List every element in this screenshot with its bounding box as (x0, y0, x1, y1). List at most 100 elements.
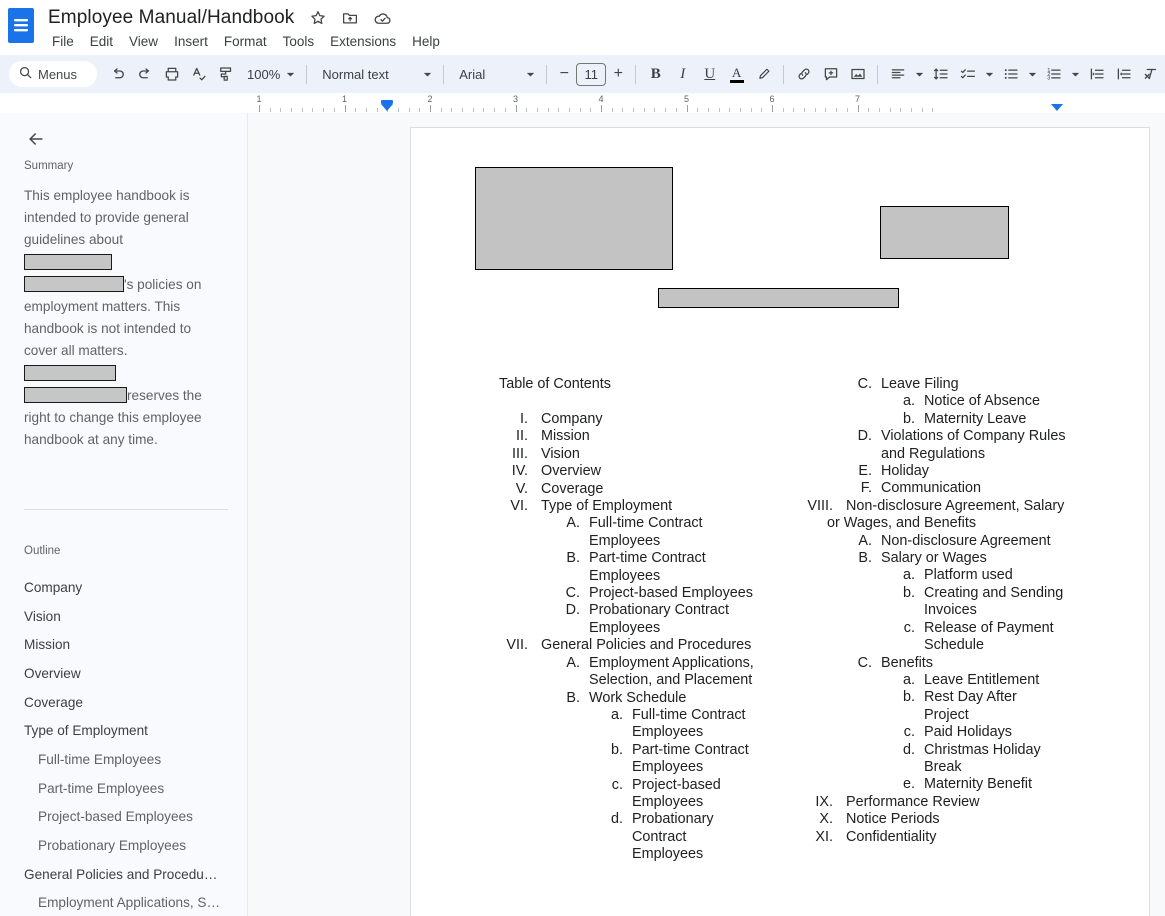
toc-entry[interactable]: F. Communication (791, 480, 1091, 497)
insert-image-icon[interactable] (844, 61, 871, 88)
toc-entry[interactable]: a. Notice of Absence (791, 393, 1091, 410)
toc-entry[interactable]: b. Part-time Contract (499, 742, 769, 759)
outline-item[interactable]: Probationary Employees (0, 831, 248, 860)
toc-entry[interactable]: A. Non-disclosure Agreement (791, 533, 1091, 550)
align-icon[interactable] (884, 61, 911, 88)
font-size-input[interactable]: 11 (576, 62, 607, 86)
spelling-check-icon[interactable] (185, 61, 212, 88)
increase-indent-icon[interactable] (1110, 61, 1137, 88)
toc-entry[interactable]: IX. Performance Review (791, 794, 1091, 811)
document-title[interactable]: Employee Manual/Handbook (44, 6, 298, 30)
outline-item[interactable]: Full-time Employees (0, 745, 248, 774)
checklist-dropdown-caret[interactable] (981, 61, 997, 88)
clear-formatting-icon[interactable] (1137, 61, 1164, 88)
document-canvas[interactable]: Table of Contents I. Company II. Mission III… (248, 113, 1165, 916)
toc-entry[interactable]: D. Probationary Contract (499, 602, 769, 619)
toc-entry[interactable]: C. Project-based Employees (499, 585, 769, 602)
increase-font-size-button[interactable]: + (607, 61, 629, 88)
toc-entry[interactable]: V. Coverage (499, 481, 769, 498)
toc-entry[interactable]: VII. General Policies and Procedures (499, 637, 769, 654)
move-to-folder-icon[interactable] (338, 6, 362, 30)
outline-item[interactable]: Employment Applications, S… (0, 889, 248, 916)
italic-button[interactable]: I (669, 61, 696, 88)
menu-format[interactable]: Format (216, 31, 275, 52)
bulleted-list-icon[interactable] (997, 61, 1024, 88)
menu-view[interactable]: View (121, 31, 166, 52)
toc-entry[interactable]: XI. Confidentiality (791, 829, 1091, 846)
outline-item[interactable]: Company (0, 573, 248, 602)
toc-entry[interactable]: c. Paid Holidays (791, 724, 1091, 741)
cloud-saved-icon[interactable] (370, 6, 394, 30)
toc-entry[interactable]: B. Work Schedule (499, 690, 769, 707)
summary-text[interactable]: This employee handbook is intended to pr… (24, 185, 214, 451)
outline-item[interactable]: General Policies and Procedu… (0, 860, 248, 889)
insert-link-icon[interactable] (790, 61, 817, 88)
outline-item[interactable]: Part-time Employees (0, 774, 248, 803)
back-button[interactable] (22, 125, 50, 153)
paragraph-style-select[interactable]: Normal text (313, 61, 437, 87)
toc-entry[interactable]: a. Leave Entitlement (791, 672, 1091, 689)
toc-entry[interactable]: b. Creating and Sending (791, 585, 1091, 602)
undo-icon[interactable] (104, 61, 131, 88)
toc-entry[interactable]: X. Notice Periods (791, 811, 1091, 828)
bold-button[interactable]: B (642, 61, 669, 88)
toc-entry[interactable]: C. Benefits (791, 655, 1091, 672)
menu-edit[interactable]: Edit (82, 31, 121, 52)
paint-format-icon[interactable] (212, 61, 239, 88)
checklist-icon[interactable] (954, 61, 981, 88)
redacted-logo-box-small[interactable] (880, 206, 1009, 259)
toc-entry[interactable]: VIII. Non-disclosure Agreement, Salary (791, 498, 1091, 515)
toc-entry[interactable]: III. Vision (499, 446, 769, 463)
toc-entry[interactable]: c. Release of Payment (791, 620, 1091, 637)
toc-entry[interactable]: D. Violations of Company Rules (791, 428, 1091, 445)
line-spacing-icon[interactable] (927, 61, 954, 88)
print-icon[interactable] (158, 61, 185, 88)
align-dropdown-caret[interactable] (911, 61, 927, 88)
add-comment-icon[interactable] (817, 61, 844, 88)
toc-entry[interactable]: A. Employment Applications, (499, 655, 769, 672)
redacted-title-bar[interactable] (658, 288, 899, 308)
bulleted-list-dropdown-caret[interactable] (1024, 61, 1040, 88)
redo-icon[interactable] (131, 61, 158, 88)
ruler[interactable]: 1 1 2 3 4 5 6 7 (248, 93, 1165, 113)
decrease-font-size-button[interactable]: − (553, 61, 575, 88)
outline-item[interactable]: Coverage (0, 688, 248, 717)
outline-item[interactable]: Vision (0, 602, 248, 631)
numbered-list-icon[interactable]: 1 2 3 (1040, 61, 1067, 88)
toc-entry[interactable]: b. Maternity Leave (791, 411, 1091, 428)
toc-entry[interactable]: b. Rest Day After (791, 689, 1091, 706)
outline-item[interactable]: Type of Employment (0, 716, 248, 745)
toc-entry[interactable]: C. Leave Filing (791, 376, 1091, 393)
menu-file[interactable]: File (44, 31, 82, 52)
right-indent-marker[interactable] (1051, 104, 1063, 111)
toc-entry[interactable]: B. Salary or Wages (791, 550, 1091, 567)
text-color-button[interactable]: A (723, 61, 750, 88)
menus-search-button[interactable]: Menus (9, 61, 97, 87)
toc-entry[interactable]: VI. Type of Employment (499, 498, 769, 515)
toc-entry[interactable]: B. Part-time Contract (499, 550, 769, 567)
toc-entry[interactable]: a. Platform used (791, 567, 1091, 584)
decrease-indent-icon[interactable] (1083, 61, 1110, 88)
toc-entry[interactable]: IV. Overview (499, 463, 769, 480)
outline-item[interactable]: Mission (0, 630, 248, 659)
toc-entry[interactable]: E. Holiday (791, 463, 1091, 480)
left-indent-marker[interactable] (381, 100, 393, 111)
toc-entry[interactable]: e. Maternity Benefit (791, 776, 1091, 793)
numbered-list-dropdown-caret[interactable] (1067, 61, 1083, 88)
highlight-color-icon[interactable] (750, 61, 777, 88)
outline-item[interactable]: Project-based Employees (0, 803, 248, 832)
zoom-select[interactable]: 100% (239, 61, 300, 87)
toc-entry[interactable]: a. Full-time Contract (499, 707, 769, 724)
underline-button[interactable]: U (696, 61, 723, 88)
document-page[interactable]: Table of Contents I. Company II. Mission III… (410, 127, 1150, 916)
font-family-select[interactable]: Arial (450, 61, 540, 87)
toc-entry[interactable]: II. Mission (499, 428, 769, 445)
toc-entry[interactable]: A. Full-time Contract (499, 515, 769, 532)
toc-entry[interactable]: I. Company (499, 411, 769, 428)
redacted-logo-box-large[interactable] (475, 167, 673, 270)
toc-entry[interactable]: c. Project-based (499, 777, 769, 794)
toc-entry[interactable]: d. Probationary Contract (499, 811, 769, 846)
outline-item[interactable]: Overview (0, 659, 248, 688)
toc-entry[interactable]: d. Christmas Holiday (791, 742, 1091, 759)
star-icon[interactable] (306, 6, 330, 30)
